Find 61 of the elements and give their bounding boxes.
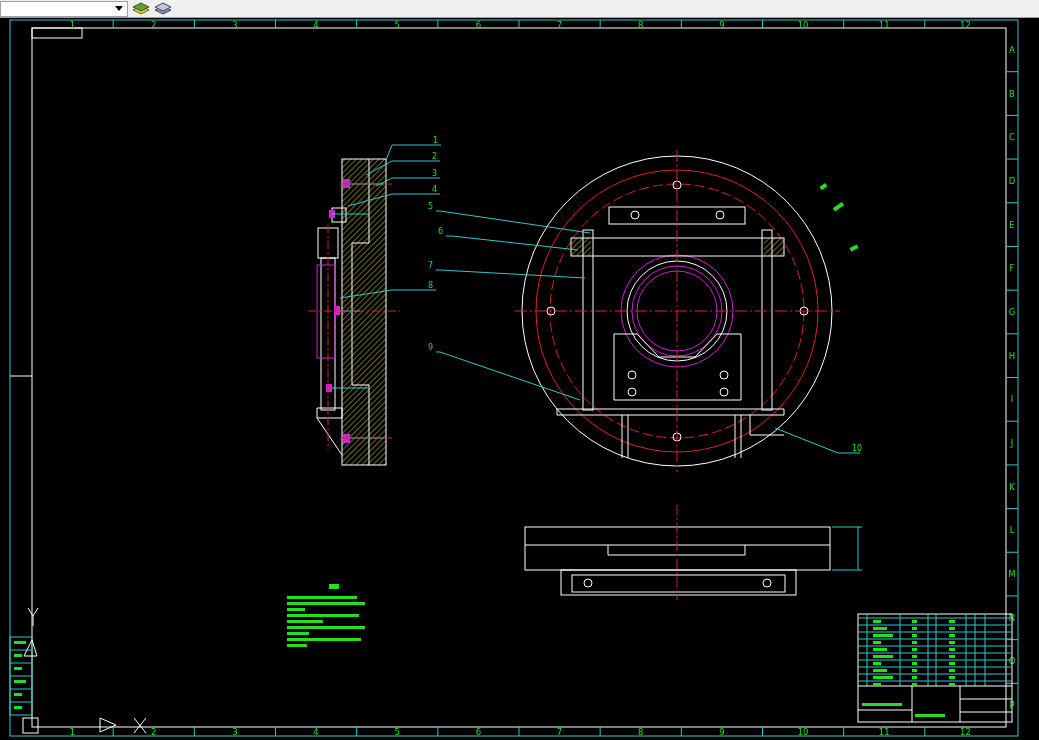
zone-number: 6 — [475, 727, 482, 738]
zone-letter: E — [1009, 219, 1015, 230]
zone-number: 11 — [878, 727, 890, 738]
zone-number: 7 — [556, 19, 563, 30]
layers-icon[interactable] — [154, 1, 172, 16]
zone-letter: D — [1008, 175, 1016, 186]
zone-number: 6 — [475, 19, 482, 30]
viewport-icon — [22, 717, 39, 734]
zone-number: 9 — [719, 727, 725, 738]
part-number: 4 — [432, 185, 438, 194]
cross-icon — [133, 717, 147, 734]
zone-letter: P — [1009, 700, 1015, 711]
zone-number: 11 — [878, 19, 890, 30]
zone-letter: L — [1009, 525, 1015, 536]
zone-letter: A — [1009, 44, 1015, 55]
part-number: 8 — [428, 281, 434, 290]
zone-number: 7 — [556, 727, 563, 738]
part-number: 2 — [432, 152, 438, 161]
zone-letter: J — [1010, 438, 1014, 449]
zone-number: 9 — [719, 19, 725, 30]
zone-number: 12 — [960, 727, 971, 738]
zone-letter: N — [1008, 612, 1016, 623]
ucs-icon — [23, 607, 39, 657]
part-number: 3 — [432, 169, 438, 178]
zone-number: 12 — [960, 19, 971, 30]
zone-number: 1 — [69, 727, 76, 738]
zone-number: 4 — [313, 727, 319, 738]
leader-line — [385, 144, 442, 161]
part-number: 10 — [852, 444, 863, 453]
zone-letter: C — [1009, 132, 1015, 143]
zone-number: 10 — [797, 727, 809, 738]
zone-letter: H — [1008, 350, 1016, 361]
zone-number: 2 — [151, 727, 157, 738]
part-number: 7 — [428, 261, 434, 270]
angled-label-drawing — [819, 183, 859, 252]
zone-letter: M — [1008, 569, 1016, 580]
zone-letter: G — [1008, 306, 1016, 317]
part-number: 6 — [438, 227, 444, 236]
zone-letter: I — [1010, 394, 1014, 405]
layer-dropdown[interactable] — [0, 0, 128, 17]
zone-number: 10 — [797, 19, 809, 30]
zone-number: 8 — [638, 19, 644, 30]
zone-number: 3 — [232, 727, 238, 738]
dimension-line — [831, 526, 863, 571]
zone-letter: O — [1008, 656, 1016, 667]
arrow-icon — [99, 717, 117, 733]
zone-letter: F — [1009, 263, 1015, 274]
caret-icon — [115, 5, 123, 11]
zone-number: 8 — [638, 727, 644, 738]
zone-number: 1 — [69, 19, 76, 30]
zone-number: 5 — [394, 727, 400, 738]
zone-letter: B — [1009, 88, 1015, 99]
part-number: 5 — [428, 202, 434, 211]
part-number: 9 — [428, 343, 434, 352]
zone-number: 2 — [151, 19, 157, 30]
part-number: 1 — [433, 136, 439, 145]
zone-number: 3 — [232, 19, 238, 30]
zone-number: 4 — [313, 19, 319, 30]
zone-letter: K — [1009, 481, 1015, 492]
layers-icon[interactable] — [132, 1, 150, 16]
zone-number: 5 — [394, 19, 400, 30]
